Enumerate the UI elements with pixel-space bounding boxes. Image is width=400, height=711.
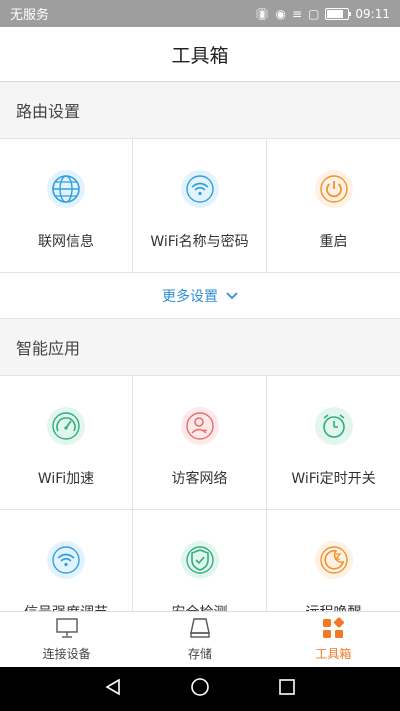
- router-grid: 联网信息 WiFi名称与密码 重启: [0, 138, 400, 273]
- tool-label: WiFi定时开关: [291, 471, 376, 487]
- recents-icon[interactable]: [278, 678, 296, 700]
- tool-label: WiFi名称与密码: [150, 234, 249, 250]
- system-nav-bar: [0, 667, 400, 711]
- smart-section-title: 智能应用: [16, 339, 81, 358]
- more-settings-button[interactable]: 更多设置: [0, 273, 400, 319]
- tool-wifi-name-password[interactable]: WiFi名称与密码: [133, 139, 267, 273]
- toolbox-grid-icon: [321, 617, 345, 642]
- signal-wifi-icon: [46, 540, 86, 580]
- shield-check-icon: [180, 540, 220, 580]
- router-section-header: 路由设置: [0, 82, 400, 138]
- vibrate-icon: 📳︎: [254, 6, 270, 21]
- guest-user-icon: [180, 406, 220, 446]
- tool-network-info[interactable]: 联网信息: [0, 139, 133, 273]
- chevron-down-icon: [226, 288, 238, 304]
- power-icon: [314, 169, 354, 209]
- smart-section-header: 智能应用: [0, 319, 400, 375]
- home-icon[interactable]: [190, 677, 210, 701]
- tool-label: 重启: [319, 234, 348, 250]
- tool-label: 远程唤醒: [306, 602, 362, 611]
- tab-label: 连接设备: [42, 647, 91, 661]
- content-area: 路由设置 联网信息 WiFi名称与密码 重启 更多设置 智能应用 WiFi加速 …: [0, 82, 400, 611]
- tool-signal-strength[interactable]: 信号强度调节: [0, 510, 133, 611]
- tool-label: 安全检测: [172, 602, 228, 611]
- page-title: 工具箱: [171, 44, 229, 67]
- alarm-clock-icon: [314, 406, 354, 446]
- back-icon[interactable]: [104, 678, 122, 700]
- more-settings-label: 更多设置: [162, 288, 218, 305]
- status-icons: 📳︎ ◉ ≡ ▢ 09:11: [254, 7, 390, 21]
- globe-icon: [46, 169, 86, 209]
- title-bar: 工具箱: [0, 27, 400, 82]
- carrier-text: 无服务: [10, 8, 50, 23]
- router-section-title: 路由设置: [16, 102, 81, 121]
- tool-wifi-timer[interactable]: WiFi定时开关: [267, 376, 400, 510]
- tool-reboot[interactable]: 重启: [267, 139, 400, 273]
- bottom-tab-bar: 连接设备 存储 工具箱: [0, 611, 400, 667]
- status-bar: 无服务 📳︎ ◉ ≡ ▢ 09:11: [0, 0, 400, 27]
- tool-label: 联网信息: [38, 234, 94, 250]
- smart-grid: WiFi加速 访客网络 WiFi定时开关: [0, 375, 400, 611]
- tab-toolbox[interactable]: 工具箱: [267, 612, 400, 667]
- tool-label: 访客网络: [171, 471, 228, 487]
- tab-label: 工具箱: [315, 647, 352, 661]
- tool-wifi-boost[interactable]: WiFi加速: [0, 376, 133, 510]
- tab-storage[interactable]: 存储: [133, 612, 266, 667]
- wifi-icon: [180, 169, 220, 209]
- sim-icon: ▢: [308, 6, 320, 21]
- wifi-status-icon: ≡: [292, 6, 303, 21]
- speedometer-icon: [46, 406, 86, 446]
- tool-label: WiFi加速: [37, 471, 95, 487]
- tab-connected-devices[interactable]: 连接设备: [0, 612, 133, 667]
- tool-remote-wake[interactable]: 远程唤醒: [267, 510, 400, 611]
- clock-text: 09:11: [355, 6, 390, 21]
- tool-security-check[interactable]: 安全检测: [133, 510, 267, 611]
- tab-label: 存储: [187, 647, 212, 661]
- moon-sleep-icon: [314, 540, 354, 580]
- battery-icon: [325, 7, 352, 20]
- monitor-icon: [55, 617, 79, 642]
- eye-icon: ◉: [275, 6, 286, 21]
- tool-label: 信号强度调节: [24, 602, 108, 611]
- storage-icon: [188, 617, 212, 642]
- tool-guest-network[interactable]: 访客网络: [133, 376, 267, 510]
